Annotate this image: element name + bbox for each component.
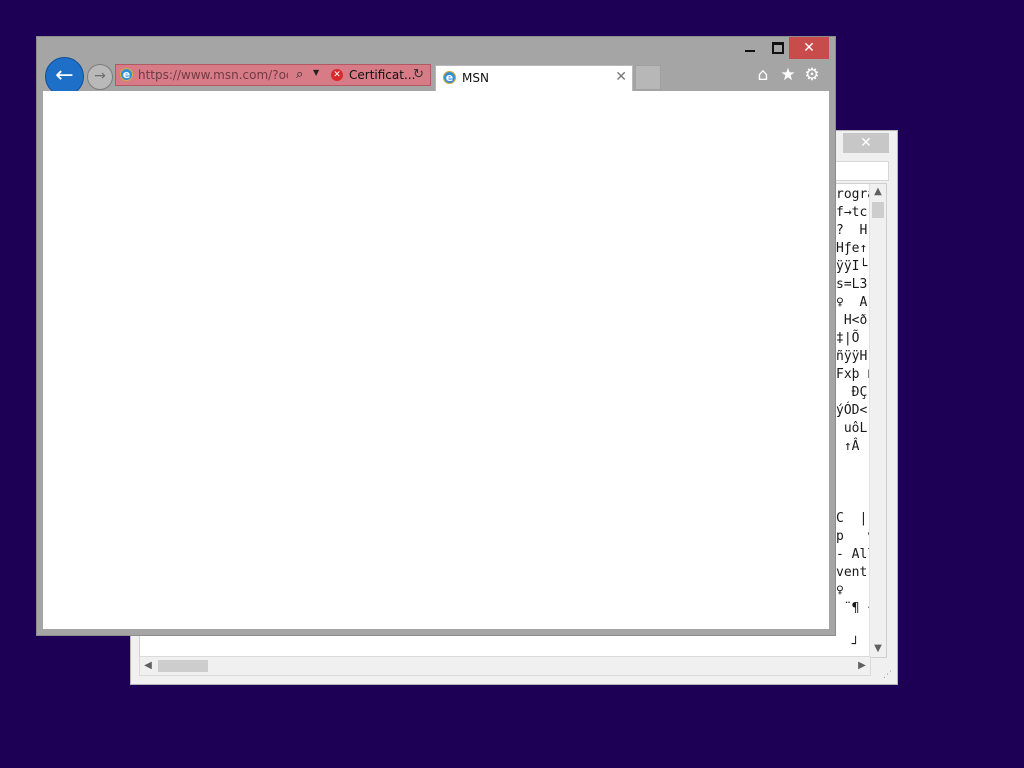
home-icon[interactable]: ⌂ bbox=[753, 65, 773, 85]
url-path: /?ocid bbox=[268, 68, 288, 82]
vertical-scroll-thumb[interactable] bbox=[872, 202, 884, 218]
forward-button[interactable]: → bbox=[87, 64, 113, 90]
tab-close-icon[interactable]: ✕ bbox=[615, 69, 627, 85]
vertical-scrollbar[interactable]: ▲ ▼ bbox=[869, 184, 886, 657]
certificate-error-label[interactable]: Certificat... bbox=[349, 68, 415, 82]
maximize-button[interactable] bbox=[765, 37, 789, 59]
scroll-down-icon[interactable]: ▼ bbox=[870, 641, 886, 657]
chevron-down-icon[interactable]: ▼ bbox=[313, 68, 319, 77]
arrow-right-icon: → bbox=[94, 68, 106, 84]
ie-tab-icon: e bbox=[443, 71, 456, 84]
arrow-left-icon: ← bbox=[55, 63, 74, 88]
minimize-button[interactable] bbox=[737, 37, 765, 59]
scroll-up-icon[interactable]: ▲ bbox=[870, 184, 886, 200]
close-icon: ✕ bbox=[803, 40, 815, 56]
page-content[interactable] bbox=[43, 91, 829, 629]
maximize-icon bbox=[772, 42, 784, 54]
scroll-left-icon[interactable]: ◀ bbox=[140, 657, 156, 675]
scroll-right-icon[interactable]: ▶ bbox=[854, 657, 870, 675]
resize-grip-icon[interactable]: ⋰ bbox=[883, 670, 893, 680]
tab-title: MSN bbox=[462, 71, 489, 85]
tab-msn[interactable]: e MSN ✕ bbox=[435, 65, 633, 91]
certificate-error-icon[interactable]: ✕ bbox=[331, 69, 343, 81]
gear-icon[interactable]: ⚙ bbox=[802, 65, 822, 85]
search-icon[interactable]: ⌕ bbox=[296, 67, 314, 83]
ie-page-icon: e bbox=[120, 68, 133, 81]
horizontal-scroll-thumb[interactable] bbox=[158, 660, 208, 672]
close-button[interactable]: ✕ bbox=[789, 37, 829, 59]
horizontal-scrollbar[interactable]: ◀ ▶ bbox=[139, 656, 871, 676]
address-bar[interactable]: e https://www.msn.com/?ocid ⌕ ▼ ✕ Certif… bbox=[115, 64, 431, 86]
minimize-icon bbox=[745, 50, 755, 52]
star-icon[interactable]: ★ bbox=[778, 65, 798, 85]
refresh-icon[interactable]: ↻ bbox=[413, 67, 424, 82]
background-window-close-button[interactable]: ✕ bbox=[843, 133, 889, 153]
new-tab-button[interactable] bbox=[635, 65, 661, 90]
address-url[interactable]: https://www.msn.com/?ocid bbox=[138, 68, 288, 84]
url-domain: https://www.msn.com bbox=[138, 68, 269, 82]
internet-explorer-window: ✕ ← → e https://www.msn.com/?ocid ⌕ ▼ ✕ … bbox=[36, 36, 836, 636]
